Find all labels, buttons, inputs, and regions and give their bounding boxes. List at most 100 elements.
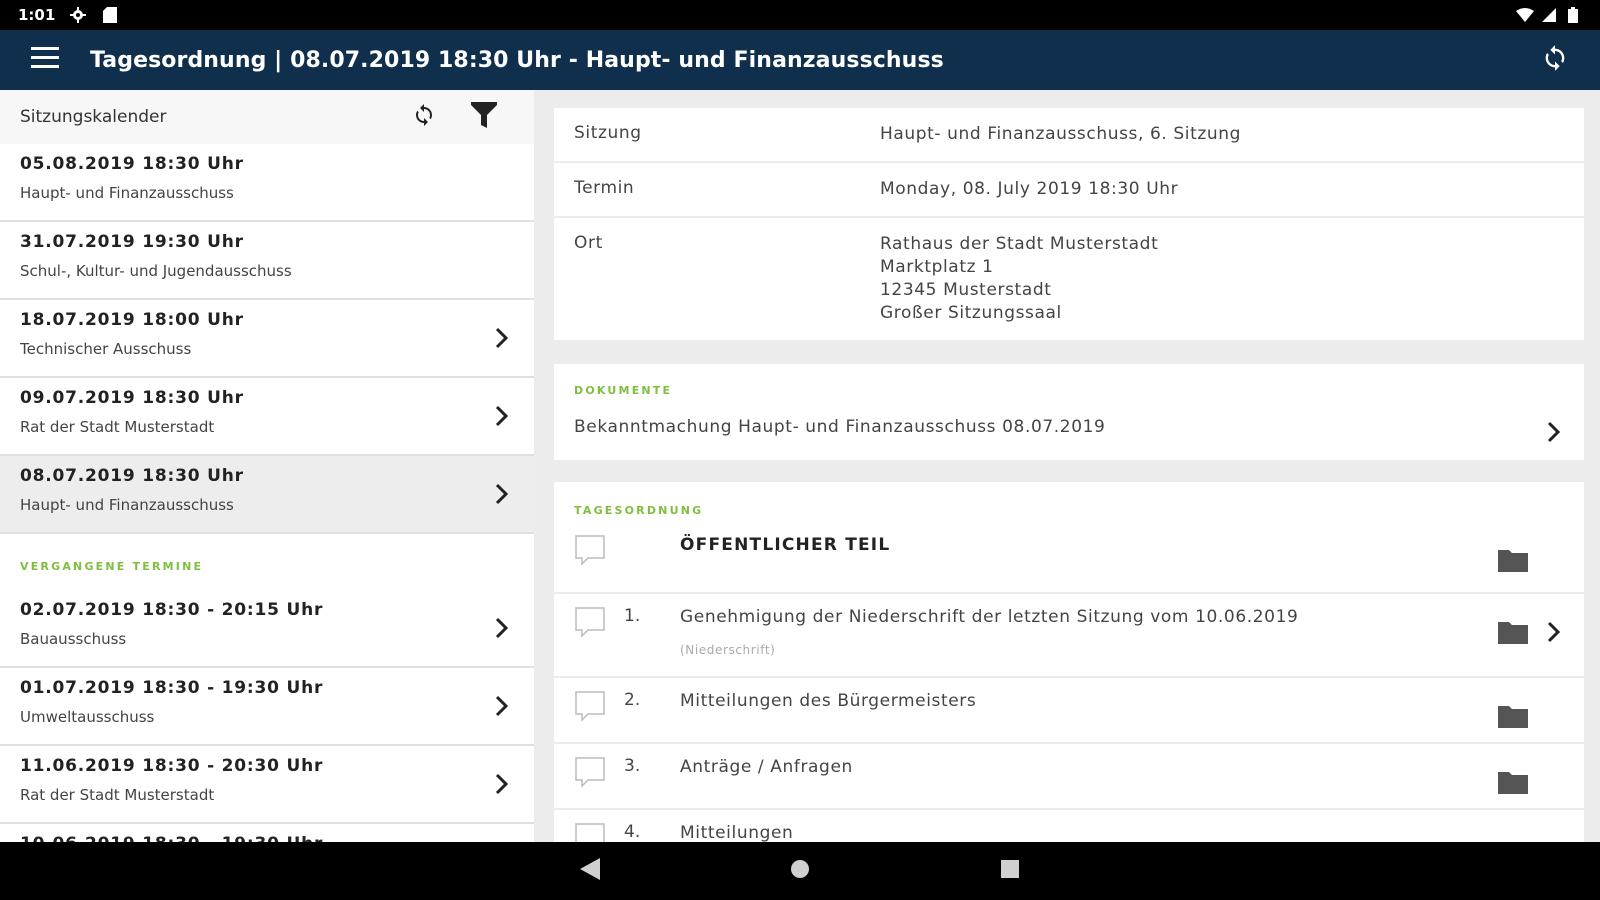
address-line: Rathaus der Stadt Musterstadt xyxy=(880,234,1159,254)
meeting-item[interactable]: 09.07.2019 18:30 Uhr Rat der Stadt Muste… xyxy=(0,378,534,456)
app-bar: Tagesordnung | 08.07.2019 18:30 Uhr - Ha… xyxy=(0,30,1600,90)
info-row-ort: Ort Rathaus der Stadt Musterstadt Marktp… xyxy=(554,218,1584,342)
meeting-item[interactable]: 10.06.2019 18:30 - 19:30 Uhr xyxy=(0,824,534,842)
chevron-right-icon xyxy=(1544,620,1564,644)
meeting-date: 11.06.2019 18:30 - 20:30 Uhr xyxy=(20,756,324,776)
meeting-detail-panel: Sitzung Haupt- und Finanzausschuss, 6. S… xyxy=(554,90,1584,842)
agenda-title: Mitteilungen xyxy=(680,823,794,842)
meeting-item-selected[interactable]: 08.07.2019 18:30 Uhr Haupt- und Finanzau… xyxy=(0,456,534,534)
address-line: Marktplatz 1 xyxy=(880,257,994,277)
agenda-item[interactable]: 3. Anträge / Anfragen xyxy=(554,744,1584,810)
sd-card-icon xyxy=(101,6,119,24)
meeting-date: 08.07.2019 18:30 Uhr xyxy=(20,466,244,486)
documents-label: DOKUMENTE xyxy=(574,384,673,397)
status-bar: 1:01 xyxy=(0,0,1600,30)
chevron-right-icon xyxy=(492,616,512,640)
agenda-item[interactable]: 4. Mitteilungen xyxy=(554,810,1584,842)
info-value: Monday, 08. July 2019 18:30 Uhr xyxy=(880,179,1179,199)
chevron-right-icon xyxy=(492,326,512,350)
chevron-right-icon xyxy=(492,404,512,428)
chevron-right-icon xyxy=(492,694,512,718)
info-row-termin: Termin Monday, 08. July 2019 18:30 Uhr xyxy=(554,163,1584,218)
meeting-date: 05.08.2019 18:30 Uhr xyxy=(20,154,244,174)
comment-icon[interactable] xyxy=(574,690,606,722)
meeting-committee: Umweltausschuss xyxy=(20,708,155,726)
meeting-date: 02.07.2019 18:30 - 20:15 Uhr xyxy=(20,600,324,620)
agenda-number: 2. xyxy=(624,690,641,710)
battery-icon xyxy=(1564,6,1582,24)
info-label: Ort xyxy=(574,233,603,253)
meeting-item[interactable]: 11.06.2019 18:30 - 20:30 Uhr Rat der Sta… xyxy=(0,746,534,824)
recents-icon xyxy=(1000,859,1020,883)
meeting-committee: Rat der Stadt Musterstadt xyxy=(20,786,215,804)
agenda-card: TAGESORDNUNG ÖFFENTLICHER TEIL 1. Genehm… xyxy=(554,482,1584,842)
recents-button[interactable] xyxy=(990,851,1030,891)
filter-icon xyxy=(470,100,498,135)
agenda-item[interactable]: 1. Genehmigung der Niederschrift der let… xyxy=(554,594,1584,678)
meeting-committee: Schul-, Kultur- und Jugendausschuss xyxy=(20,262,292,280)
agenda-label: TAGESORDNUNG xyxy=(574,504,704,517)
menu-button[interactable] xyxy=(0,30,90,90)
meeting-item[interactable]: 18.07.2019 18:00 Uhr Technischer Ausschu… xyxy=(0,300,534,378)
agenda-number: 4. xyxy=(624,822,641,842)
comment-icon[interactable] xyxy=(574,756,606,788)
meeting-date: 09.07.2019 18:30 Uhr xyxy=(20,388,244,408)
agenda-number: 3. xyxy=(624,756,641,776)
meeting-date: 10.06.2019 18:30 - 19:30 Uhr xyxy=(20,834,514,842)
chevron-right-icon xyxy=(492,482,512,506)
settings-icon xyxy=(69,6,87,24)
agenda-title: Genehmigung der Niederschrift der letzte… xyxy=(680,607,1299,627)
signal-icon xyxy=(1540,6,1558,24)
past-meetings-label: VERGANGENE TERMINE xyxy=(20,560,204,573)
home-icon xyxy=(790,859,810,883)
meeting-date: 18.07.2019 18:00 Uhr xyxy=(20,310,244,330)
comment-icon[interactable] xyxy=(574,534,606,566)
calendar-title: Sitzungskalender xyxy=(20,107,167,127)
meeting-committee: Haupt- und Finanzausschuss xyxy=(20,496,234,514)
folder-icon[interactable] xyxy=(1498,704,1528,728)
meeting-info-card: Sitzung Haupt- und Finanzausschuss, 6. S… xyxy=(554,108,1584,342)
comment-icon[interactable] xyxy=(574,606,606,638)
meeting-calendar-panel: Sitzungskalender 05.08.2019 18:30 Uhr Ha… xyxy=(0,90,534,842)
filter-button[interactable] xyxy=(468,101,500,133)
agenda-item[interactable]: 2. Mitteilungen des Bürgermeisters xyxy=(554,678,1584,744)
meeting-committee: Technischer Ausschuss xyxy=(20,340,192,358)
menu-icon xyxy=(31,47,59,73)
back-button[interactable] xyxy=(570,851,610,891)
meeting-date: 01.07.2019 18:30 - 19:30 Uhr xyxy=(20,678,324,698)
info-value-address: Rathaus der Stadt Musterstadt Marktplatz… xyxy=(880,233,1564,325)
info-label: Termin xyxy=(574,178,635,198)
meeting-item[interactable]: 05.08.2019 18:30 Uhr Haupt- und Finanzau… xyxy=(0,144,534,222)
document-title: Bekanntmachung Haupt- und Finanzausschus… xyxy=(574,417,1106,437)
agenda-subtitle: (Niederschrift) xyxy=(680,643,776,657)
info-label: Sitzung xyxy=(574,123,642,143)
chevron-right-icon xyxy=(492,772,512,796)
meeting-committee: Rat der Stadt Musterstadt xyxy=(20,418,215,436)
agenda-section-title: ÖFFENTLICHER TEIL xyxy=(680,535,891,555)
meeting-committee: Bauausschuss xyxy=(20,630,127,648)
folder-icon[interactable] xyxy=(1498,548,1528,572)
refresh-icon xyxy=(412,103,436,132)
meeting-date: 31.07.2019 19:30 Uhr xyxy=(20,232,244,252)
page-title: Tagesordnung | 08.07.2019 18:30 Uhr - Ha… xyxy=(90,47,944,73)
back-icon xyxy=(580,858,600,884)
meeting-item[interactable]: 31.07.2019 19:30 Uhr Schul-, Kultur- und… xyxy=(0,222,534,300)
sync-button[interactable] xyxy=(1510,30,1600,90)
agenda-number: 1. xyxy=(624,606,641,626)
comment-icon[interactable] xyxy=(574,822,606,842)
home-button[interactable] xyxy=(780,851,820,891)
address-line: 12345 Musterstadt xyxy=(880,280,1052,300)
meeting-committee: Haupt- und Finanzausschuss xyxy=(20,184,234,202)
meeting-item[interactable]: 01.07.2019 18:30 - 19:30 Uhr Umweltaussc… xyxy=(0,668,534,746)
address-line: Großer Sitzungssaal xyxy=(880,303,1062,323)
folder-icon[interactable] xyxy=(1498,770,1528,794)
agenda-title: Anträge / Anfragen xyxy=(680,757,853,777)
wifi-icon xyxy=(1516,6,1534,24)
info-row-sitzung: Sitzung Haupt- und Finanzausschuss, 6. S… xyxy=(554,108,1584,163)
document-item[interactable]: DOKUMENTE Bekanntmachung Haupt- und Fina… xyxy=(554,364,1584,460)
meeting-item[interactable]: 02.07.2019 18:30 - 20:15 Uhr Bauausschus… xyxy=(0,590,534,668)
system-navigation-bar xyxy=(0,842,1600,900)
refresh-calendar-button[interactable] xyxy=(408,101,440,133)
folder-icon[interactable] xyxy=(1498,620,1528,644)
sync-icon xyxy=(1541,44,1569,76)
